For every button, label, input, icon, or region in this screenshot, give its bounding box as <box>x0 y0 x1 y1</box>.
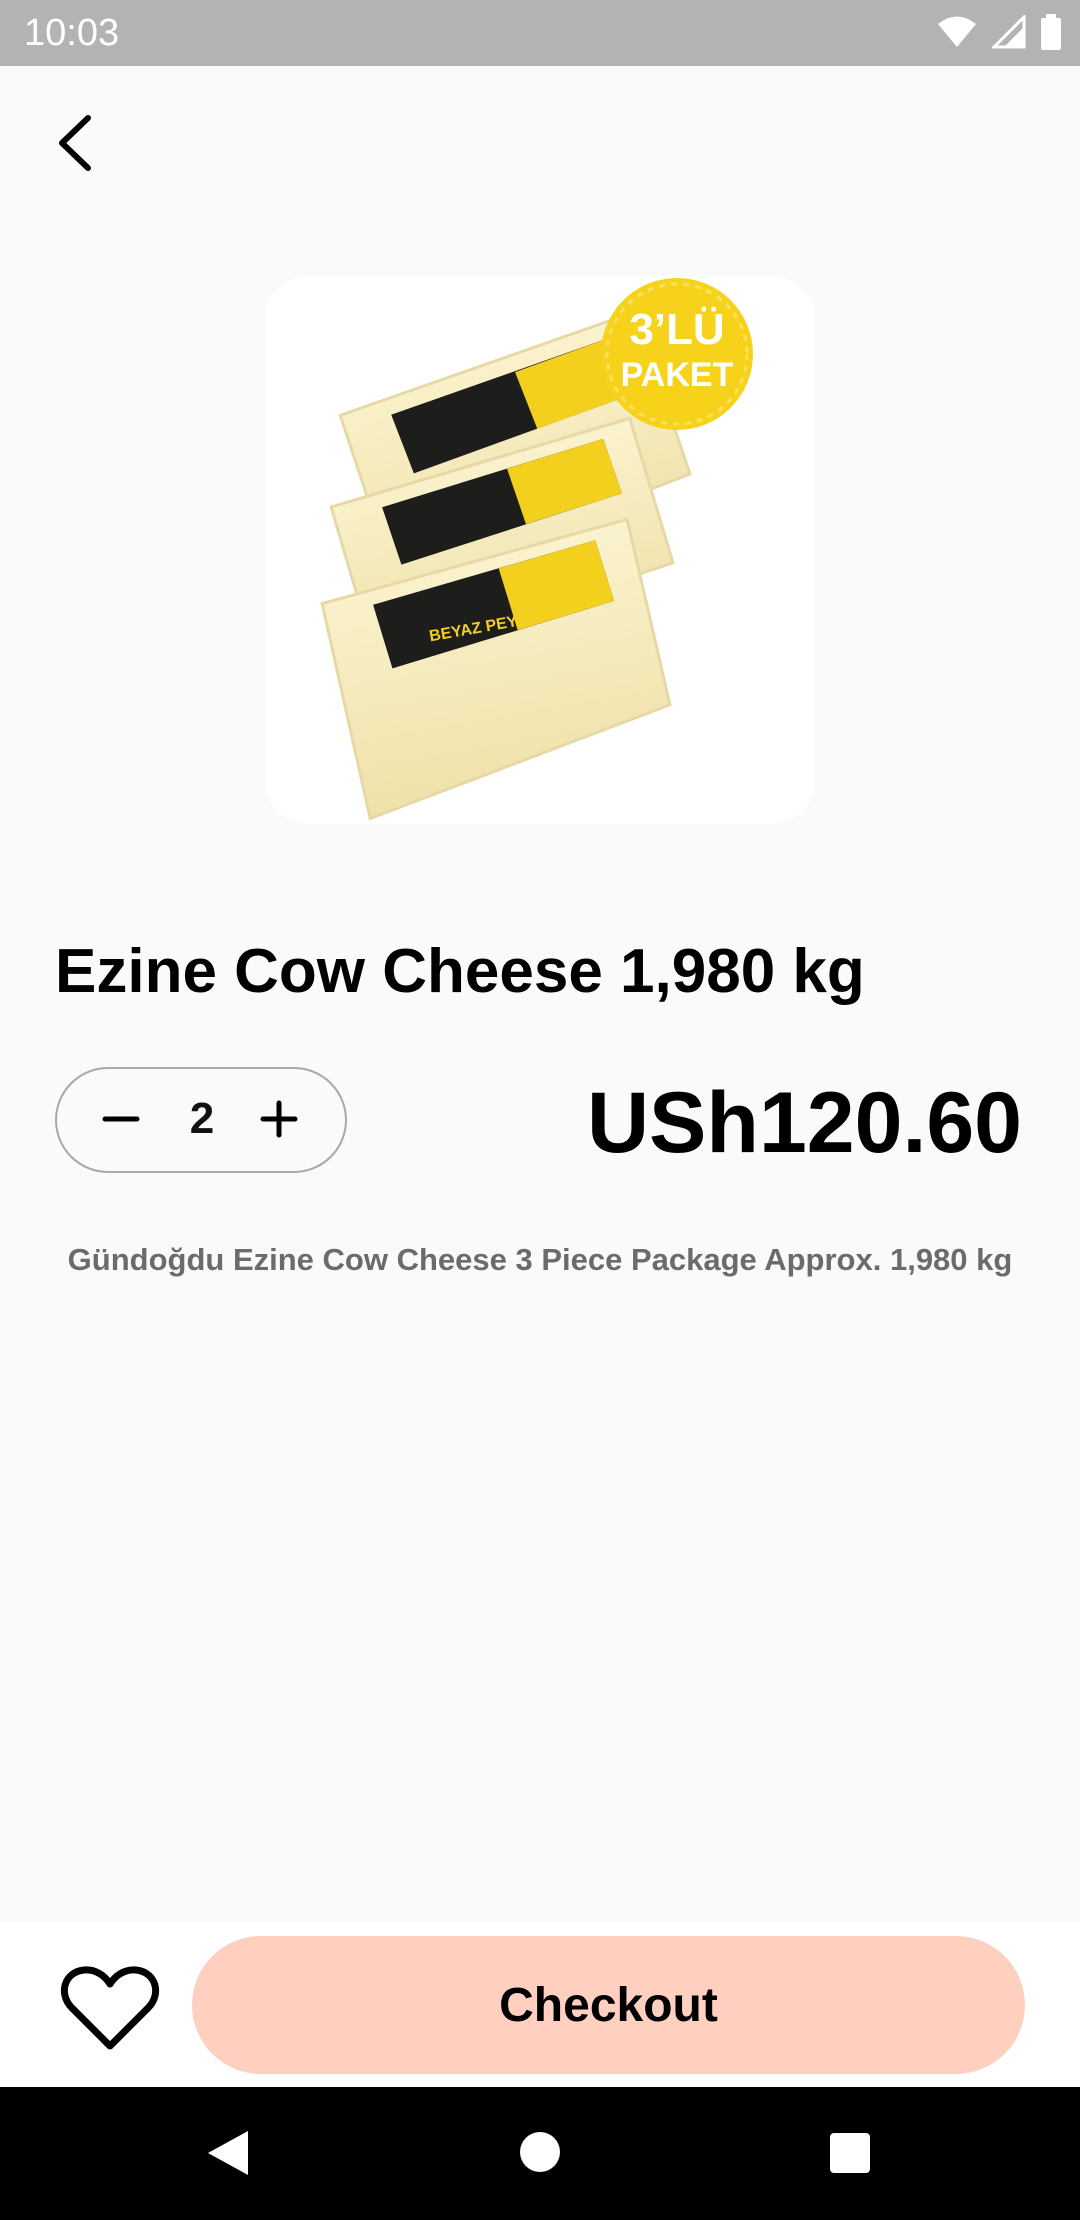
favorite-button[interactable] <box>60 1964 160 2054</box>
plus-icon <box>260 1100 298 1138</box>
svg-text:PAKET: PAKET <box>621 356 734 394</box>
product-description: Gündoğdu Ezine Cow Cheese 3 Piece Packag… <box>67 1242 1013 1277</box>
circle-home-icon <box>520 2132 560 2172</box>
product-image: BEYAZ PEYNİR 3’LÜ PAKET <box>265 276 815 824</box>
triangle-back-icon <box>208 2131 248 2175</box>
cheese-package-illustration: BEYAZ PEYNİR 3’LÜ PAKET <box>320 278 753 821</box>
product-title: Ezine Cow Cheese 1,980 kg <box>55 937 865 1006</box>
minus-icon <box>102 1116 140 1122</box>
checkout-button[interactable]: Checkout <box>192 1936 1025 2074</box>
back-button[interactable] <box>48 108 108 178</box>
wifi-icon <box>938 16 976 47</box>
svg-text:3’LÜ: 3’LÜ <box>629 305 724 354</box>
heart-outline-icon <box>60 1966 160 2050</box>
status-icons <box>936 14 1062 50</box>
product-detail-screen: 10:03 BEYAZ PEYNİR 3’LÜ PAKET Ezine Cow … <box>0 0 1080 2220</box>
signal-icon <box>992 15 1026 49</box>
bottom-action-bar: Checkout <box>0 1922 1080 2087</box>
nav-home-button[interactable] <box>519 2131 561 2178</box>
status-bar: 10:03 <box>0 0 1080 66</box>
chevron-left-icon <box>59 115 91 171</box>
nav-back-button[interactable] <box>206 2129 250 2182</box>
nav-recents-button[interactable] <box>830 2133 870 2178</box>
status-time: 10:03 <box>24 12 120 54</box>
quantity-value: 2 <box>189 1094 215 1143</box>
quantity-stepper: 2 <box>55 1067 347 1173</box>
product-price: USh120.60 <box>586 1075 1022 1171</box>
square-recents-icon <box>830 2133 870 2173</box>
system-navigation-bar <box>0 2087 1080 2220</box>
package-badge: 3’LÜ PAKET <box>601 278 753 430</box>
increase-quantity-button[interactable] <box>257 1097 301 1141</box>
battery-icon <box>1041 14 1061 50</box>
decrease-quantity-button[interactable] <box>99 1097 143 1141</box>
